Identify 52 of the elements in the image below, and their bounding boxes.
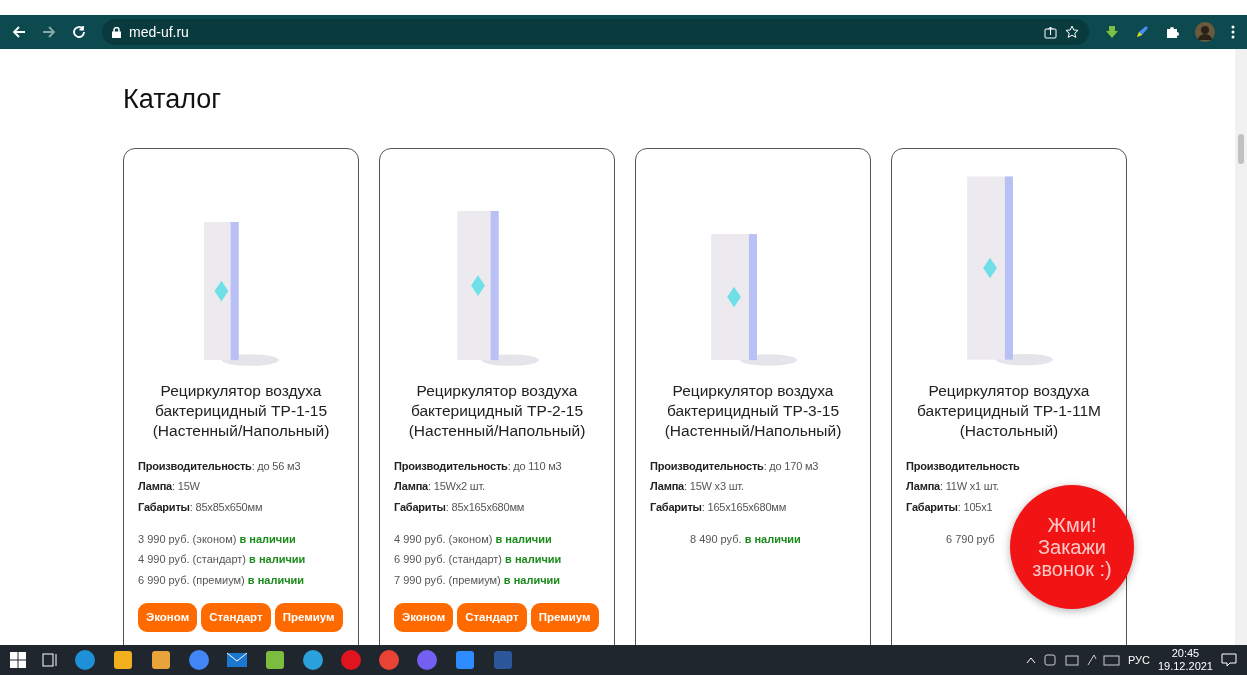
price-line: 6 990 руб. (стандарт) в наличии bbox=[394, 552, 562, 566]
spec-line: Габариты: 85х165х680мм bbox=[394, 499, 526, 514]
circle-app-icon[interactable] bbox=[188, 649, 210, 671]
circle-app-icon[interactable] bbox=[416, 649, 438, 671]
page-heading: Каталог bbox=[123, 83, 223, 116]
star-icon[interactable] bbox=[1065, 25, 1079, 39]
pen-icon[interactable] bbox=[1135, 25, 1149, 39]
start-icon[interactable] bbox=[10, 652, 26, 668]
address-bar[interactable]: med-uf.ru bbox=[102, 19, 1089, 45]
spec-line: Габариты: 165х165х680мм bbox=[650, 499, 788, 514]
price-line: 8 490 руб. в наличии bbox=[690, 531, 801, 546]
price-line: 6 990 руб. (премиум) в наличии bbox=[138, 572, 305, 587]
product-title[interactable]: Рециркулятор воздуха бактерицидный ТР-1-11М (Настольный) bbox=[906, 380, 1112, 441]
spec-line: Габариты: 105х1 bbox=[906, 499, 994, 514]
price-line: 4 990 руб. (эконом) в наличии bbox=[394, 531, 552, 546]
scrollbar[interactable] bbox=[1235, 49, 1247, 645]
menu-icon[interactable] bbox=[1231, 25, 1235, 39]
spec-line: Габариты: 85х85х650мм bbox=[138, 499, 264, 514]
price-line: 7 990 руб. (премиум) в наличии bbox=[394, 572, 561, 587]
price-line: 3 990 руб. (эконом) в наличии bbox=[138, 531, 296, 546]
tray-icons-drawing[interactable] bbox=[1043, 653, 1120, 667]
caret-up-icon[interactable] bbox=[1025, 656, 1036, 664]
share-icon[interactable] bbox=[1044, 25, 1057, 39]
task-view-icon[interactable] bbox=[42, 652, 58, 668]
price-line: 4 990 руб. (стандарт) в наличии bbox=[138, 552, 306, 566]
spec-line: Лампа: 15W bbox=[138, 479, 201, 493]
spec-line: Лампа: 15W х3 шт. bbox=[650, 479, 745, 493]
spec-line: Производительность: до 56 м3 bbox=[138, 458, 302, 473]
puzzle-icon[interactable] bbox=[1165, 25, 1179, 39]
spec-line: Производительность bbox=[906, 458, 1021, 473]
notification-icon[interactable] bbox=[1221, 653, 1237, 667]
circle-app-icon[interactable] bbox=[302, 649, 324, 671]
circle-app-icon[interactable] bbox=[340, 649, 362, 671]
product-title[interactable]: Рециркулятор воздуха бактерицидный ТР-1-15 (Настенный/Напольный) bbox=[138, 380, 344, 441]
clock-date[interactable]: 19.12.2021 bbox=[1157, 660, 1213, 673]
price-line: 6 790 руб bbox=[946, 531, 995, 546]
square-app-icon[interactable] bbox=[264, 649, 286, 671]
spec-line: Производительность: до 110 м3 bbox=[394, 458, 563, 473]
forward-icon[interactable] bbox=[42, 25, 56, 39]
clock-time[interactable]: 20:45 bbox=[1171, 647, 1200, 660]
language-indicator[interactable]: РУС bbox=[1127, 651, 1150, 669]
reload-icon[interactable] bbox=[72, 25, 86, 39]
circle-app-icon[interactable] bbox=[74, 649, 96, 671]
spec-line: Производительность: до 170 м3 bbox=[650, 458, 820, 473]
product-title[interactable]: Рециркулятор воздуха бактерицидный ТР-3-15 (Настенный/Напольный) bbox=[650, 380, 856, 441]
download-arrow-icon[interactable] bbox=[1105, 25, 1119, 39]
spec-line: Лампа: 11W х1 шт. bbox=[906, 479, 1000, 493]
product-title[interactable]: Рециркулятор воздуха бактерицидный ТР-2-15 (Настенный/Напольный) bbox=[394, 380, 600, 441]
spec-line: Лампа: 15Wх2 шт. bbox=[394, 479, 486, 493]
lock-icon bbox=[112, 26, 121, 38]
back-icon[interactable] bbox=[12, 25, 26, 39]
circle-app-icon[interactable] bbox=[378, 649, 400, 671]
